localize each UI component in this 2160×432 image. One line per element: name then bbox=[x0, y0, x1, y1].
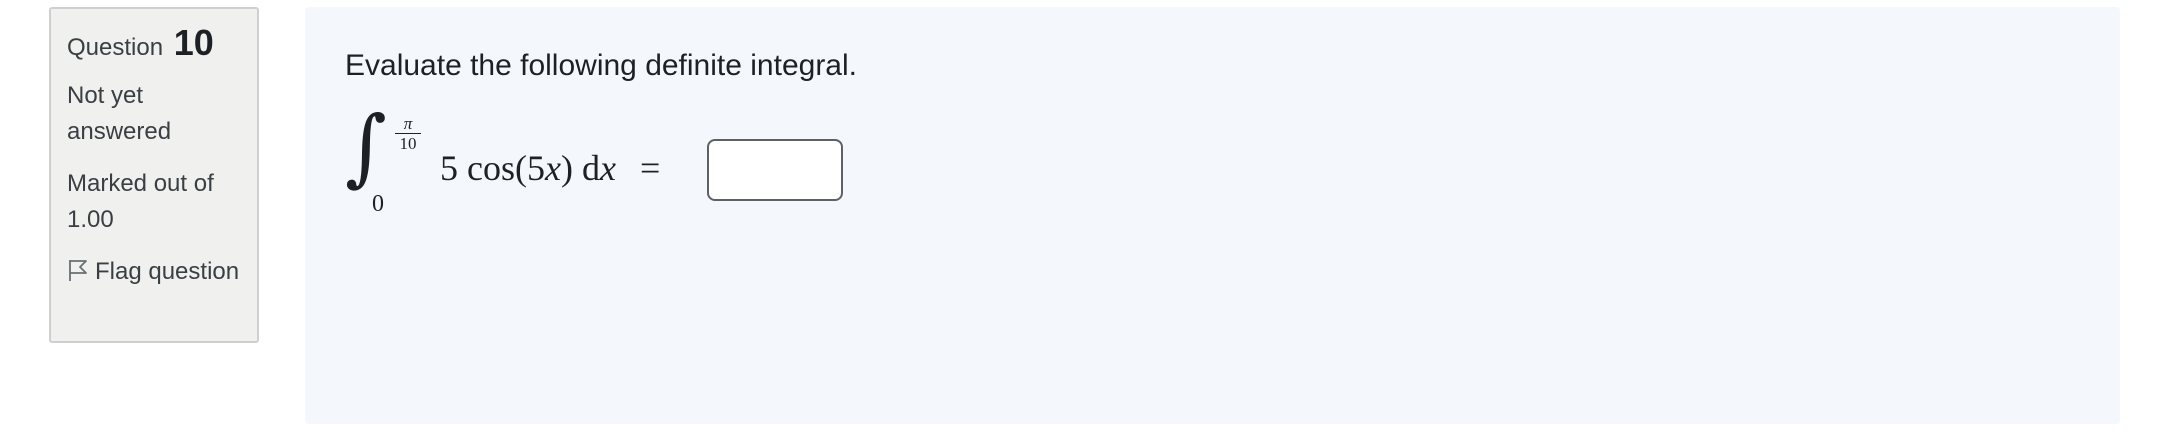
answer-input[interactable] bbox=[707, 139, 843, 201]
flag-icon bbox=[67, 257, 89, 281]
quiz-page: Question 10 Not yet answered Marked out … bbox=[0, 0, 2160, 432]
integral-formula: ∫ π 10 0 5 cos(5x) dx = bbox=[345, 97, 1045, 227]
close-paren: ) bbox=[560, 148, 573, 188]
upper-limit-numerator: π bbox=[395, 115, 421, 134]
question-grade: Marked out of 1.00 bbox=[67, 170, 214, 233]
question-info-panel: Question 10 Not yet answered Marked out … bbox=[49, 7, 259, 343]
cos-function: cos(5 bbox=[467, 148, 545, 188]
lower-limit: 0 bbox=[372, 191, 384, 217]
question-text: Evaluate the following definite integral… bbox=[345, 49, 857, 82]
question-state: Not yet answered bbox=[67, 82, 172, 145]
flag-question-label: Flag question bbox=[95, 258, 240, 285]
integral-symbol: ∫ bbox=[345, 97, 387, 196]
integrand: 5 cos(5x) dx bbox=[440, 147, 616, 189]
question-number-value: 10 bbox=[173, 22, 214, 63]
differential-d: d bbox=[581, 148, 600, 188]
equals-sign: = bbox=[640, 148, 661, 188]
question-label: Question bbox=[67, 34, 164, 61]
upper-limit: π 10 bbox=[395, 115, 421, 154]
upper-limit-denominator: 10 bbox=[399, 134, 417, 153]
coefficient: 5 bbox=[440, 148, 458, 188]
question-number: Question 10 bbox=[67, 25, 241, 66]
question-content: Evaluate the following definite integral… bbox=[305, 7, 2120, 424]
inner-variable: x bbox=[544, 148, 561, 188]
differential-variable: x bbox=[599, 148, 616, 188]
flag-question-link[interactable]: Flag question bbox=[67, 254, 241, 290]
